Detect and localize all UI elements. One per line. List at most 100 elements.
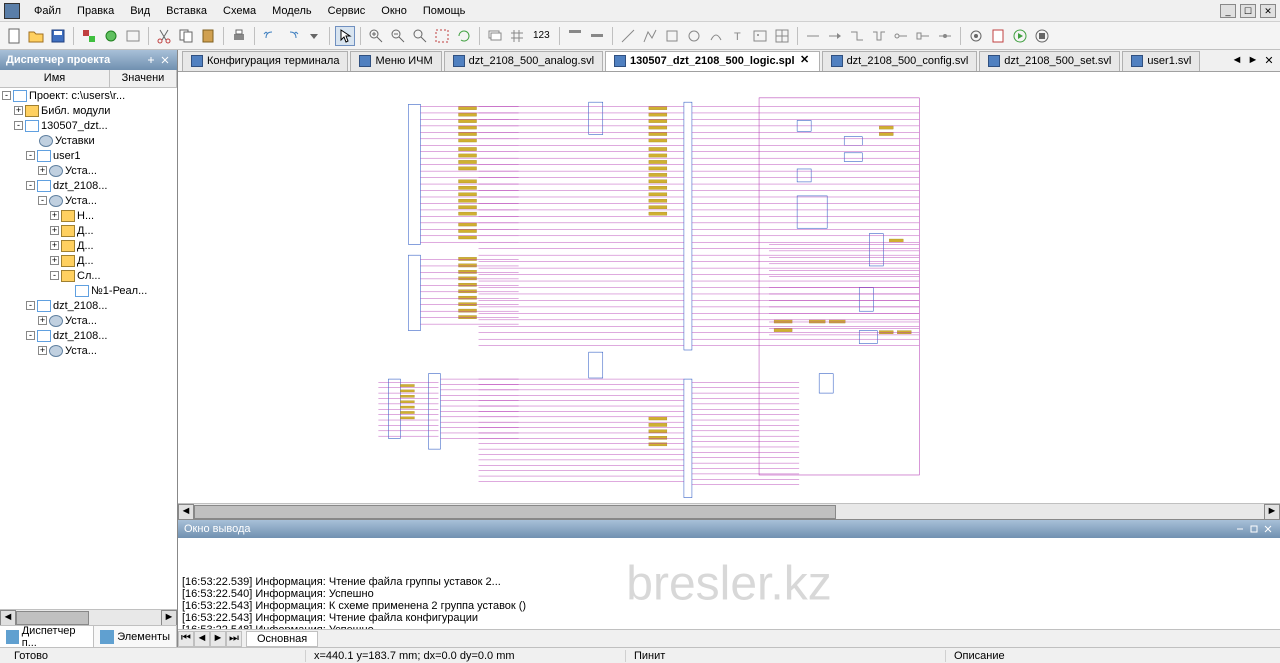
align-button-2[interactable] (587, 26, 607, 46)
sheet-next-button[interactable]: ► (210, 631, 226, 647)
tree-row[interactable]: -user1 (0, 148, 177, 163)
canvas-h-scrollbar[interactable]: ◄ ► (178, 503, 1280, 519)
sidebar-bottom-tab[interactable]: Диспетчер п... (0, 626, 94, 647)
document-tab[interactable]: 130507_dzt_2108_500_logic.spl✕ (605, 51, 820, 71)
menu-item[interactable]: Помощь (415, 2, 474, 20)
collapse-icon[interactable]: - (26, 181, 35, 190)
grid-button[interactable] (507, 26, 527, 46)
menu-item[interactable]: Правка (69, 2, 122, 20)
dropdown-button[interactable] (304, 26, 324, 46)
document-tab[interactable]: dzt_2108_500_set.svl (979, 51, 1120, 71)
image-button[interactable] (750, 26, 770, 46)
tree-row[interactable]: +Н... (0, 208, 177, 223)
save-button[interactable] (48, 26, 68, 46)
tree-col-name[interactable]: Имя (0, 70, 110, 87)
output-pin-icon[interactable] (1248, 523, 1260, 535)
tool-button-2[interactable] (101, 26, 121, 46)
connect-button-1[interactable] (803, 26, 823, 46)
tree-row[interactable]: +Уста... (0, 343, 177, 358)
tree-row[interactable]: -Сл... (0, 268, 177, 283)
output-log[interactable]: bresler.kz [16:53:22.539] Информация: Чт… (178, 538, 1280, 629)
expand-icon[interactable]: + (50, 226, 59, 235)
settings-button[interactable] (966, 26, 986, 46)
collapse-icon[interactable]: - (38, 196, 47, 205)
tool-button-3[interactable] (123, 26, 143, 46)
collapse-icon[interactable]: - (26, 151, 35, 160)
sheet-prev-button[interactable]: ◄ (194, 631, 210, 647)
shape-button-3[interactable] (662, 26, 682, 46)
zoom-in-button[interactable] (366, 26, 386, 46)
tree-row[interactable]: -Уста... (0, 193, 177, 208)
text-button[interactable]: T (728, 26, 748, 46)
tree-row[interactable]: №1-Реал... (0, 283, 177, 298)
collapse-icon[interactable]: - (2, 91, 11, 100)
menu-item[interactable]: Сервис (320, 2, 374, 20)
collapse-icon[interactable]: - (26, 301, 35, 310)
sidebar-bottom-tab[interactable]: Элементы (94, 626, 177, 647)
sheet-last-button[interactable]: ⏭ (226, 631, 242, 647)
tab-close-button[interactable]: ✕ (1262, 54, 1276, 68)
tree-row[interactable]: +Д... (0, 223, 177, 238)
print-button[interactable] (229, 26, 249, 46)
minimize-button[interactable]: _ (1220, 4, 1236, 18)
expand-icon[interactable]: + (50, 211, 59, 220)
scroll-right-button[interactable]: ► (161, 610, 177, 626)
maximize-button[interactable]: ☐ (1240, 4, 1256, 18)
sheet-first-button[interactable]: ⏮ (178, 631, 194, 647)
collapse-icon[interactable]: - (14, 121, 23, 130)
document-tab[interactable]: user1.svl (1122, 51, 1200, 71)
sheet-tab-main[interactable]: Основная (246, 631, 318, 647)
table-button[interactable] (772, 26, 792, 46)
stop-button[interactable] (1032, 26, 1052, 46)
expand-icon[interactable]: + (38, 166, 47, 175)
connect-button-3[interactable] (847, 26, 867, 46)
tree-row[interactable]: +Д... (0, 253, 177, 268)
menu-item[interactable]: Модель (264, 2, 319, 20)
close-button[interactable]: ✕ (1260, 4, 1276, 18)
menu-item[interactable]: Вид (122, 2, 158, 20)
menu-item[interactable]: Схема (215, 2, 264, 20)
document-tab[interactable]: Меню ИЧМ (350, 51, 441, 71)
close-tab-icon[interactable]: ✕ (799, 55, 811, 67)
menu-item[interactable]: Файл (26, 2, 69, 20)
connect-button-5[interactable] (891, 26, 911, 46)
connect-button-7[interactable] (935, 26, 955, 46)
expand-icon[interactable]: + (38, 316, 47, 325)
copy-button[interactable] (176, 26, 196, 46)
tree-row[interactable]: Уставки (0, 133, 177, 148)
expand-icon[interactable]: + (50, 241, 59, 250)
scroll-left-button[interactable]: ◄ (178, 504, 194, 520)
tree-row[interactable]: +Уста... (0, 163, 177, 178)
paste-button[interactable] (198, 26, 218, 46)
sidebar-pin-icon[interactable] (145, 54, 157, 66)
scroll-left-button[interactable]: ◄ (0, 610, 16, 626)
shape-button-2[interactable] (640, 26, 660, 46)
layers-button[interactable] (485, 26, 505, 46)
sidebar-close-icon[interactable] (159, 54, 171, 66)
pointer-button[interactable] (335, 26, 355, 46)
output-min-icon[interactable] (1234, 523, 1246, 535)
tree-row[interactable]: +Уста... (0, 313, 177, 328)
expand-icon[interactable]: + (38, 346, 47, 355)
collapse-icon[interactable]: - (26, 331, 35, 340)
align-button-1[interactable] (565, 26, 585, 46)
collapse-icon[interactable]: - (50, 271, 59, 280)
schematic-canvas[interactable] (178, 72, 1280, 503)
menu-item[interactable]: Окно (373, 2, 415, 20)
tree-row[interactable]: -Проект: c:\users\r... (0, 88, 177, 103)
tool-button-1[interactable] (79, 26, 99, 46)
tree-row[interactable]: -dzt_2108... (0, 328, 177, 343)
output-close-icon[interactable] (1262, 523, 1274, 535)
tree-row[interactable]: -dzt_2108... (0, 298, 177, 313)
tree-row[interactable]: +Библ. модули (0, 103, 177, 118)
tab-next-button[interactable]: ► (1246, 54, 1260, 68)
new-file-button[interactable] (4, 26, 24, 46)
run-button[interactable] (1010, 26, 1030, 46)
cut-button[interactable] (154, 26, 174, 46)
tree-row[interactable]: +Д... (0, 238, 177, 253)
tree-col-value[interactable]: Значени (110, 70, 177, 87)
project-tree[interactable]: -Проект: c:\users\r...+Библ. модули-1305… (0, 88, 177, 609)
refresh-button[interactable] (454, 26, 474, 46)
zoom-fit-button[interactable] (410, 26, 430, 46)
expand-icon[interactable]: + (14, 106, 23, 115)
